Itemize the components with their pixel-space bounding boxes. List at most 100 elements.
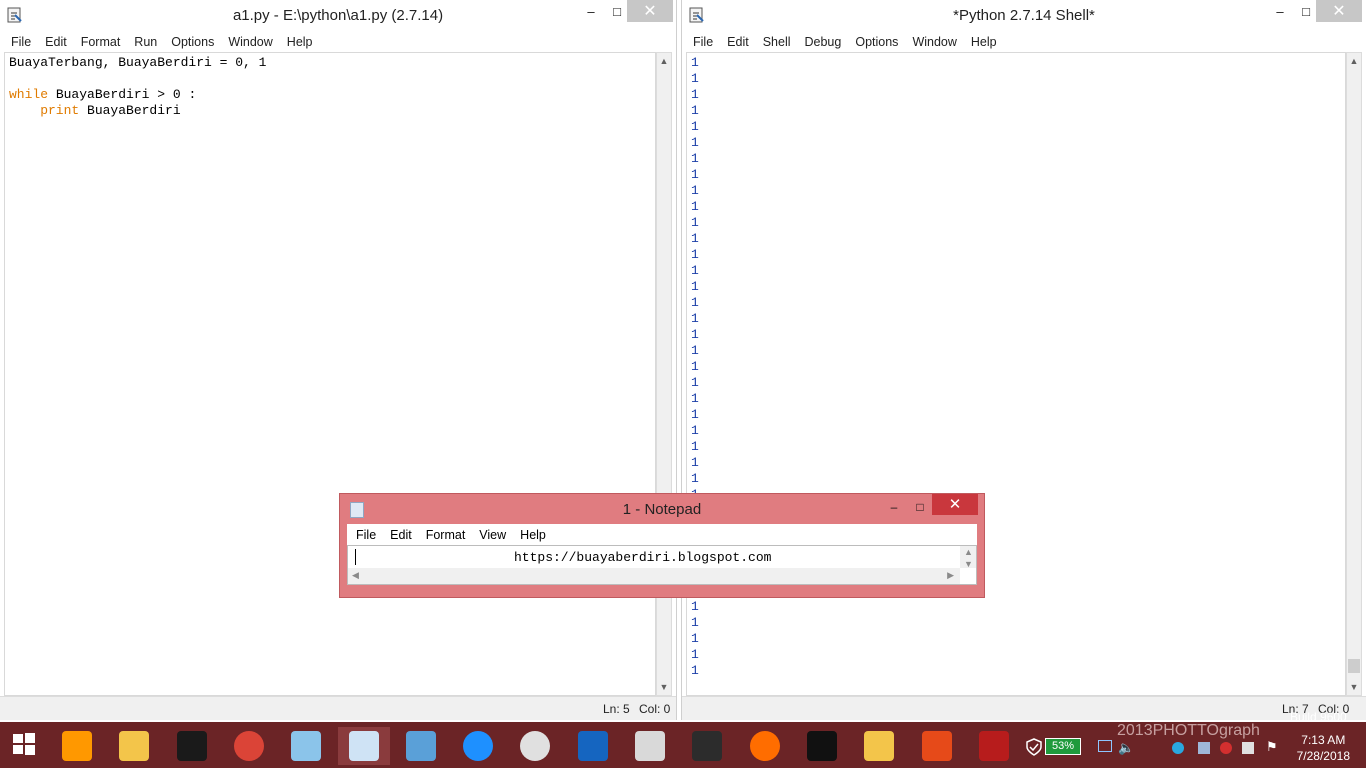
shell-vertical-scrollbar[interactable]: ▲ ▼	[1346, 52, 1362, 696]
shell-output-line: 1	[691, 327, 699, 342]
code-line: print BuayaBerdiri	[9, 103, 181, 118]
taskbar-button-nox-player[interactable]	[681, 727, 733, 765]
menu-format[interactable]: Format	[419, 528, 473, 542]
menu-file[interactable]: File	[4, 35, 38, 49]
editor-titlebar[interactable]: a1.py - E:\python\a1.py (2.7.14) – □ ✕	[0, 0, 676, 32]
flag-icon[interactable]: ⚑	[1266, 739, 1278, 755]
notepad-text-area[interactable]: https://buayaberdiri.blogspot.com ▲ ▼ ◀ …	[347, 545, 977, 585]
minimize-button[interactable]: –	[880, 497, 908, 517]
firefox-icon	[749, 731, 780, 761]
menu-file[interactable]: File	[349, 528, 383, 542]
code-editor[interactable]: BuayaTerbang, BuayaBerdiri = 0, 1 while …	[4, 52, 656, 696]
menu-file[interactable]: File	[686, 35, 720, 49]
shell-output-line: 1	[691, 391, 699, 406]
shell-output-line: 1	[691, 151, 699, 166]
scroll-down-icon[interactable]: ▼	[657, 679, 671, 695]
menu-view[interactable]: View	[472, 528, 513, 542]
shell-output-line: 1	[691, 423, 699, 438]
battery-indicator[interactable]: 53%	[1045, 738, 1081, 755]
line-number: Ln: 5	[603, 702, 630, 716]
taskbar-button-office[interactable]	[911, 727, 963, 765]
shell-output[interactable]: 111111111111111111111111111111111111111	[686, 52, 1346, 696]
shell-output-line: 1	[691, 279, 699, 294]
menu-format[interactable]: Format	[74, 35, 128, 49]
menu-options[interactable]: Options	[164, 35, 221, 49]
shield-check-icon[interactable]	[1026, 738, 1042, 756]
shell-menubar: File Edit Shell Debug Options Window Hel…	[682, 32, 1366, 52]
sublime-text-icon	[62, 731, 92, 761]
tray-app-icon[interactable]	[1220, 742, 1232, 754]
menu-edit[interactable]: Edit	[38, 35, 74, 49]
taskbar-button-garena[interactable]	[796, 727, 848, 765]
scroll-down-icon[interactable]: ▼	[1347, 679, 1361, 695]
menu-help[interactable]: Help	[513, 528, 553, 542]
taskbar-button-windows-start[interactable]	[0, 727, 52, 765]
menu-window[interactable]: Window	[905, 35, 963, 49]
menu-edit[interactable]: Edit	[720, 35, 756, 49]
scroll-up-icon[interactable]: ▲	[964, 547, 973, 557]
text-caret	[355, 549, 356, 565]
shell-window: *Python 2.7.14 Shell* – □ ✕ File Edit Sh…	[681, 0, 1366, 720]
taskbar-button-notepad[interactable]	[337, 727, 390, 765]
taskbar-button-windows-defender[interactable]	[567, 727, 619, 765]
taskbar-button-file-explorer[interactable]	[108, 727, 160, 765]
windows-start-icon	[11, 731, 41, 761]
tray-app-icon[interactable]	[1198, 742, 1210, 754]
network-icon[interactable]	[1098, 740, 1112, 752]
taskbar-button-help[interactable]	[853, 727, 905, 765]
close-button[interactable]: ✕	[932, 494, 978, 515]
compass-icon	[520, 731, 551, 761]
close-button[interactable]: ✕	[1316, 0, 1362, 22]
taskbar-button-zuma-game[interactable]	[968, 727, 1020, 765]
menu-debug[interactable]: Debug	[798, 35, 849, 49]
shell-output-line: 1	[691, 471, 699, 486]
menu-help[interactable]: Help	[964, 35, 1004, 49]
maximize-button[interactable]: □	[906, 497, 934, 517]
notepad-vertical-scrollbar[interactable]: ▲ ▼	[960, 546, 976, 569]
shell-output-line: 1	[691, 375, 699, 390]
taskbar-button-internet-explorer[interactable]	[452, 727, 504, 765]
notepad-horizontal-scrollbar[interactable]: ◀ ▶	[348, 568, 960, 584]
shell-titlebar[interactable]: *Python 2.7.14 Shell* – □ ✕	[682, 0, 1366, 32]
editor-vertical-scrollbar[interactable]: ▲ ▼	[656, 52, 672, 696]
windows-defender-icon	[577, 731, 608, 761]
taskbar-button-sublime-text[interactable]	[51, 727, 103, 765]
watermark: 2013PHOTTOgraph	[1117, 722, 1260, 739]
menu-options[interactable]: Options	[848, 35, 905, 49]
shell-output-line: 1	[691, 311, 699, 326]
shell-output-line: 1	[691, 247, 699, 262]
taskbar-button-python-idle[interactable]	[624, 727, 676, 765]
scroll-thumb[interactable]	[1348, 659, 1360, 673]
shell-output-line: 1	[691, 631, 699, 646]
shell-output-line: 1	[691, 55, 699, 70]
scroll-up-icon[interactable]: ▲	[657, 53, 671, 69]
menu-shell[interactable]: Shell	[756, 35, 798, 49]
taskbar-button-compass[interactable]	[509, 727, 561, 765]
chrome-icon	[233, 731, 264, 761]
volume-icon[interactable]: 🔈	[1118, 740, 1134, 756]
scroll-right-icon[interactable]: ▶	[947, 570, 954, 581]
taskbar-button-paint[interactable]	[280, 727, 332, 765]
close-button[interactable]: ✕	[627, 0, 673, 22]
tray-app-icon[interactable]	[1172, 742, 1184, 754]
menu-edit[interactable]: Edit	[383, 528, 419, 542]
taskbar-button-keyboard[interactable]	[395, 727, 447, 765]
shell-output-line: 1	[691, 647, 699, 662]
shell-output-line: 1	[691, 215, 699, 230]
scroll-down-icon[interactable]: ▼	[964, 559, 973, 569]
shell-output-line: 1	[691, 663, 699, 678]
clock[interactable]: 7:13 AM 7/28/2018	[1297, 732, 1350, 764]
taskbar-button-command-prompt[interactable]	[166, 727, 218, 765]
menu-run[interactable]: Run	[127, 35, 164, 49]
menu-window[interactable]: Window	[221, 35, 279, 49]
menu-help[interactable]: Help	[280, 35, 320, 49]
shell-statusbar: Ln: 7 Col: 0	[682, 696, 1366, 720]
taskbar-button-firefox[interactable]	[739, 727, 791, 765]
shell-output-line: 1	[691, 135, 699, 150]
taskbar-button-chrome[interactable]	[223, 727, 275, 765]
tray-app-icon[interactable]	[1242, 742, 1254, 754]
scroll-left-icon[interactable]: ◀	[352, 570, 359, 581]
shell-output-line: 1	[691, 71, 699, 86]
scroll-up-icon[interactable]: ▲	[1347, 53, 1361, 69]
internet-explorer-icon	[463, 731, 494, 761]
